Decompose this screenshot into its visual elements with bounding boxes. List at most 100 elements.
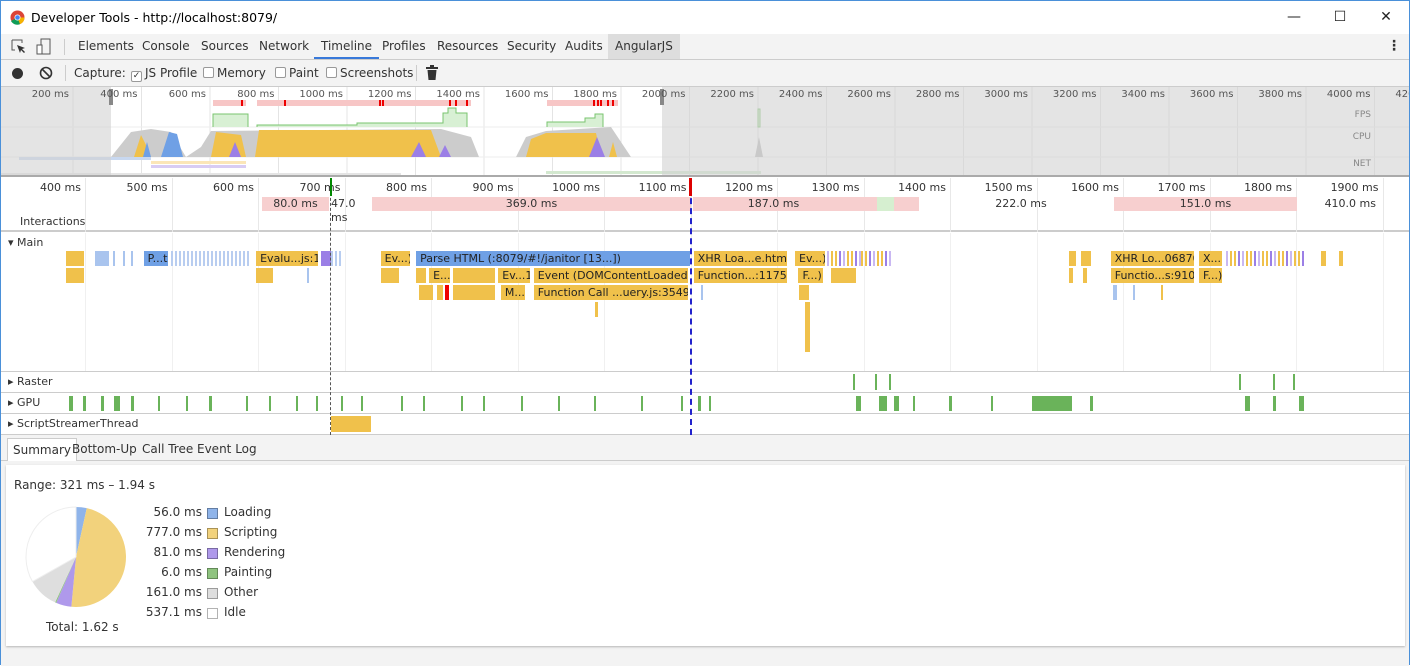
record-button[interactable] — [12, 68, 23, 79]
flame-event-sliver[interactable] — [239, 251, 241, 266]
flame-event[interactable]: F...) — [1198, 268, 1224, 283]
flame-event[interactable]: X...) — [1198, 251, 1224, 266]
interaction-bar[interactable] — [854, 197, 877, 211]
gpu-event[interactable] — [131, 396, 134, 411]
flame-event-sliver[interactable] — [889, 251, 891, 266]
flame-event-sliver[interactable] — [1298, 251, 1300, 266]
gpu-event[interactable] — [1032, 396, 1072, 411]
checkbox-icon[interactable]: ✓ — [131, 71, 142, 82]
flame-event-sliver[interactable] — [1321, 251, 1326, 266]
interaction-bar[interactable] — [894, 197, 919, 211]
flame-event[interactable]: Function Call ...uery.js:3549) — [533, 285, 689, 300]
flame-event-sliver[interactable] — [701, 285, 703, 300]
flame-event-sliver[interactable] — [843, 251, 845, 266]
flame-event-sliver[interactable] — [1254, 251, 1256, 266]
flame-event-sliver[interactable] — [416, 268, 426, 283]
gpu-event[interactable] — [521, 396, 523, 411]
gpu-event[interactable] — [1273, 396, 1276, 411]
gpu-event[interactable] — [594, 396, 596, 411]
flame-event[interactable]: E...) — [429, 268, 451, 283]
raster-event[interactable] — [1293, 374, 1295, 390]
flame-event[interactable]: P...t — [143, 251, 169, 266]
flame-event-sliver[interactable] — [195, 251, 197, 266]
flame-event-sliver[interactable] — [1133, 285, 1135, 300]
flame-event-sliver[interactable] — [1270, 251, 1272, 266]
raster-event[interactable] — [1239, 374, 1241, 390]
tab-audits[interactable]: Audits — [558, 34, 610, 59]
gpu-event[interactable] — [69, 396, 73, 411]
flame-event-sliver[interactable] — [219, 251, 221, 266]
inspect-element-icon[interactable] — [11, 39, 27, 55]
flame-event-sliver[interactable] — [805, 302, 810, 352]
raster-track[interactable]: ▸ Raster — [1, 372, 1409, 393]
flame-event[interactable]: Functio...s:9100) — [1110, 268, 1196, 283]
gpu-event[interactable] — [681, 396, 683, 411]
tab-console[interactable]: Console — [135, 34, 197, 59]
flame-event-sliver[interactable] — [873, 251, 875, 266]
flame-event-sliver[interactable] — [419, 285, 433, 300]
flame-event-sliver[interactable] — [1294, 251, 1296, 266]
flame-event-sliver[interactable] — [211, 251, 213, 266]
flame-event-sliver[interactable] — [191, 251, 193, 266]
flame-event[interactable]: Ev...) — [380, 251, 411, 266]
flame-event-sliver[interactable] — [1069, 268, 1073, 283]
flame-event-sliver[interactable] — [175, 251, 177, 266]
flame-event-sliver[interactable] — [223, 251, 225, 266]
flame-event-sliver[interactable] — [1230, 251, 1232, 266]
flame-event[interactable]: Evalu...js:1) — [256, 251, 320, 266]
gpu-event[interactable] — [1090, 396, 1093, 411]
flame-event-sliver[interactable] — [243, 251, 245, 266]
flame-event-sliver[interactable] — [869, 251, 871, 266]
gpu-event[interactable] — [879, 396, 887, 411]
gpu-event[interactable] — [461, 396, 463, 411]
maximize-button[interactable]: ☐ — [1317, 6, 1363, 28]
tab-network[interactable]: Network — [252, 34, 316, 59]
flame-event-sliver[interactable] — [381, 268, 399, 283]
flame-event-sliver[interactable] — [1069, 251, 1076, 266]
flame-event[interactable]: F...) — [798, 268, 825, 283]
gpu-track[interactable]: ▸ GPU — [1, 393, 1409, 414]
gpu-event[interactable] — [423, 396, 425, 411]
flame-event-sliver[interactable] — [831, 251, 833, 266]
interaction-bar[interactable]: 410.0 ms — [1301, 197, 1376, 211]
raster-event[interactable] — [853, 374, 855, 390]
flame-event-sliver[interactable] — [1274, 251, 1276, 266]
flame-event-sliver[interactable] — [1258, 251, 1260, 266]
flame-event-sliver[interactable] — [1290, 251, 1292, 266]
gpu-event[interactable] — [483, 396, 485, 411]
flame-event[interactable]: Function...:11759) — [693, 268, 789, 283]
checkbox-icon[interactable] — [275, 67, 286, 78]
flame-event-sliver[interactable] — [123, 251, 125, 266]
flame-event-sliver[interactable] — [203, 251, 205, 266]
gpu-event[interactable] — [401, 396, 403, 411]
interaction-bar[interactable]: 187.0 ms — [693, 197, 854, 211]
tab-sources[interactable]: Sources — [194, 34, 255, 59]
flame-event-sliver[interactable] — [183, 251, 185, 266]
interaction-bar[interactable] — [877, 197, 894, 211]
flame-event-sliver[interactable] — [1161, 285, 1163, 300]
flame-event-sliver[interactable] — [839, 251, 841, 266]
gpu-event[interactable] — [83, 396, 86, 411]
interaction-bar[interactable]: 222.0 ms — [971, 197, 1071, 211]
flame-event-sliver[interactable] — [835, 251, 837, 266]
close-button[interactable]: ✕ — [1363, 6, 1409, 28]
flame-event[interactable]: Parse HTML (:8079/#!/janitor [13...]) — [416, 251, 692, 266]
flame-event-sliver[interactable] — [247, 251, 249, 266]
flame-event[interactable]: Event (DOMContentLoaded) — [533, 268, 689, 283]
flame-event-sliver[interactable] — [453, 285, 495, 300]
flame-event-sliver[interactable] — [1262, 251, 1264, 266]
flame-event-sliver[interactable] — [335, 251, 337, 266]
gpu-event[interactable] — [246, 396, 248, 411]
more-options-icon[interactable]: ⋮ — [1387, 38, 1401, 54]
gpu-event[interactable] — [641, 396, 643, 411]
gpu-event[interactable] — [316, 396, 318, 411]
flame-event-sliver[interactable] — [877, 251, 879, 266]
flame-event-sliver[interactable] — [66, 251, 84, 266]
flame-event-sliver[interactable] — [331, 251, 333, 266]
minimize-button[interactable]: — — [1271, 6, 1317, 28]
flame-event[interactable]: Ev...) — [795, 251, 827, 266]
flame-event-sliver[interactable] — [171, 251, 173, 266]
flame-event-sliver[interactable] — [1081, 251, 1091, 266]
details-tab-bottom-up[interactable]: Bottom-Up — [67, 438, 142, 461]
gpu-event[interactable] — [558, 396, 560, 411]
